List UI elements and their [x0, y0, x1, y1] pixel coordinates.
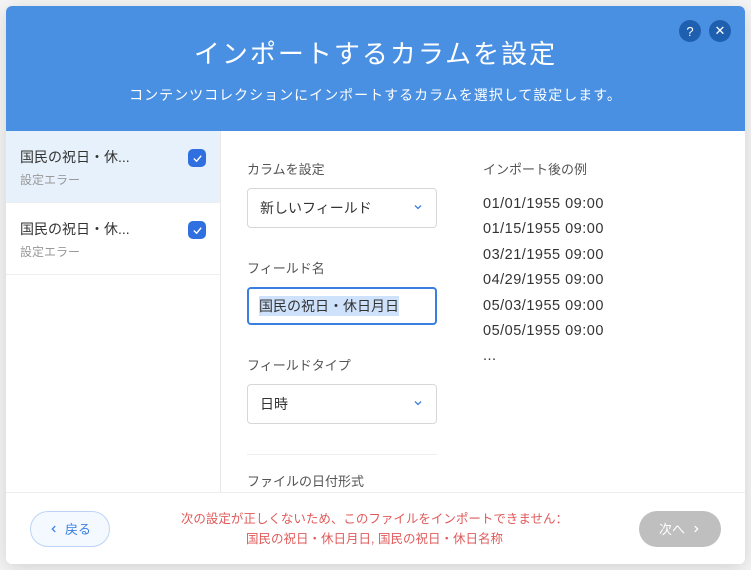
- import-columns-modal: ? ✕ インポートするカラムを設定 コンテンツコレクションにインポートするカラム…: [6, 6, 745, 564]
- next-button-label: 次へ: [659, 519, 685, 538]
- preview-row: 04/29/1955 09:00: [483, 268, 719, 293]
- sidebar-item-title: 国民の祝日・休...: [20, 219, 130, 239]
- column-select-value: 新しいフィールド: [260, 198, 372, 218]
- sidebar-item-0[interactable]: 国民の祝日・休... 設定エラー: [6, 131, 220, 203]
- next-button[interactable]: 次へ: [639, 511, 721, 547]
- sidebar-item-1[interactable]: 国民の祝日・休... 設定エラー: [6, 203, 220, 275]
- sidebar-checkbox[interactable]: [188, 149, 206, 167]
- column-sidebar: 国民の祝日・休... 設定エラー 国民の祝日・休... 設定エラー: [6, 131, 221, 492]
- date-format-label: ファイルの日付形式: [247, 471, 457, 490]
- preview-row: 01/15/1955 09:00: [483, 217, 719, 242]
- sidebar-item-sub: 設定エラー: [20, 171, 130, 188]
- back-button[interactable]: 戻る: [30, 511, 110, 547]
- preview-row: ...: [483, 344, 719, 369]
- field-type-label: フィールドタイプ: [247, 355, 457, 374]
- error-line-1: 次の設定が正しくないため、このファイルをインポートできません：: [120, 509, 629, 529]
- sidebar-item-title: 国民の祝日・休...: [20, 147, 130, 167]
- preview-row: 01/01/1955 09:00: [483, 192, 719, 217]
- divider: [247, 454, 437, 455]
- sidebar-item-sub: 設定エラー: [20, 243, 130, 260]
- preview-label: インポート後の例: [483, 159, 719, 178]
- form-column: カラムを設定 新しいフィールド フィールド名 国民の祝日・休日月日: [247, 159, 457, 492]
- field-name-input[interactable]: 国民の祝日・休日月日: [247, 287, 437, 325]
- modal-subtitle: コンテンツコレクションにインポートするカラムを選択して設定します。: [26, 85, 725, 105]
- column-select[interactable]: 新しいフィールド: [247, 188, 437, 228]
- preview-list: 01/01/1955 09:00 01/15/1955 09:00 03/21/…: [483, 192, 719, 370]
- back-button-label: 戻る: [65, 519, 91, 538]
- field-name-value: 国民の祝日・休日月日: [259, 296, 399, 316]
- footer-error: 次の設定が正しくないため、このファイルをインポートできません： 国民の祝日・休日…: [110, 509, 639, 549]
- help-icon[interactable]: ?: [679, 20, 701, 42]
- preview-row: 05/03/1955 09:00: [483, 294, 719, 319]
- chevron-down-icon: [412, 200, 424, 216]
- column-select-label: カラムを設定: [247, 159, 457, 178]
- main-panel: カラムを設定 新しいフィールド フィールド名 国民の祝日・休日月日: [221, 131, 745, 492]
- preview-column: インポート後の例 01/01/1955 09:00 01/15/1955 09:…: [483, 159, 719, 492]
- preview-row: 05/05/1955 09:00: [483, 319, 719, 344]
- field-type-select[interactable]: 日時: [247, 384, 437, 424]
- modal-header: ? ✕ インポートするカラムを設定 コンテンツコレクションにインポートするカラム…: [6, 6, 745, 131]
- preview-row: 03/21/1955 09:00: [483, 243, 719, 268]
- field-type-value: 日時: [260, 394, 288, 414]
- error-line-2: 国民の祝日・休日月日, 国民の祝日・休日名称: [120, 529, 629, 549]
- modal-body: 国民の祝日・休... 設定エラー 国民の祝日・休... 設定エラー: [6, 131, 745, 492]
- close-icon[interactable]: ✕: [709, 20, 731, 42]
- modal-title: インポートするカラムを設定: [26, 34, 725, 71]
- chevron-down-icon: [412, 396, 424, 412]
- modal-footer: 戻る 次の設定が正しくないため、このファイルをインポートできません： 国民の祝日…: [6, 492, 745, 564]
- field-name-label: フィールド名: [247, 258, 457, 277]
- sidebar-checkbox[interactable]: [188, 221, 206, 239]
